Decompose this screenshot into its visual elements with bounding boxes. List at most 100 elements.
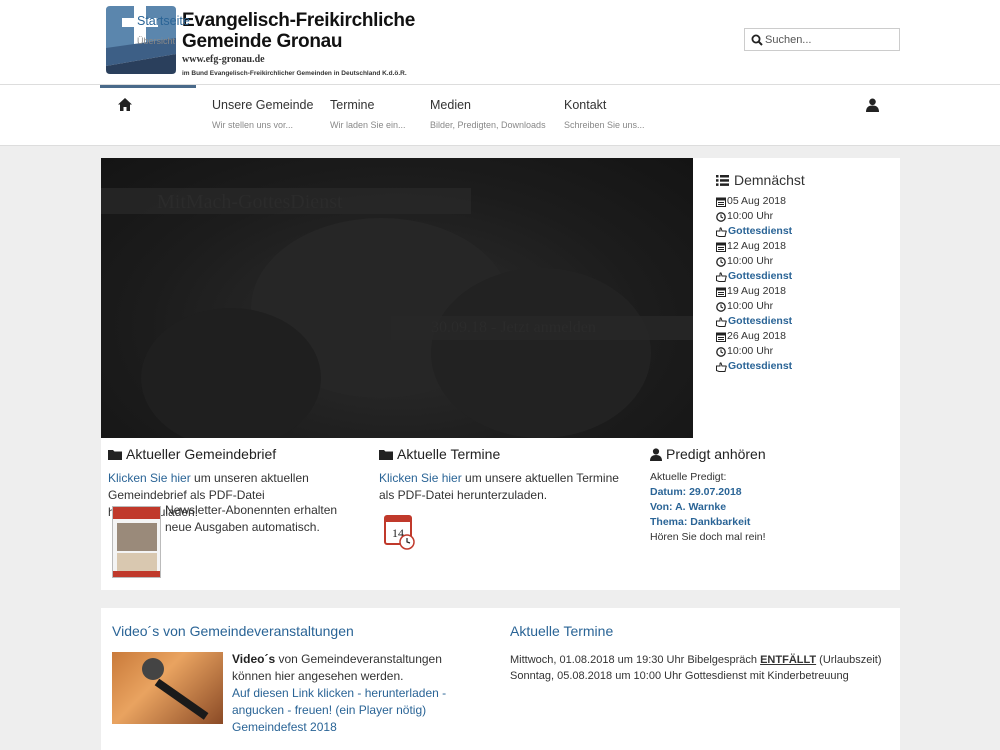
termine-link[interactable]: Klicken Sie hier — [379, 471, 462, 485]
gemeindebrief-heading-label: Aktueller Gemeindebrief — [126, 446, 277, 462]
slider-background-shape — [141, 308, 321, 438]
termin-note: (Urlaubszeit) — [816, 654, 882, 666]
microphone-stand — [154, 678, 209, 720]
clock-icon — [716, 211, 726, 222]
search-input[interactable] — [765, 31, 897, 48]
event-time-label: 10:00 Uhr — [727, 255, 774, 267]
calendar-icon — [716, 287, 726, 297]
termine-heading-label: Aktuelle Termine — [397, 446, 501, 462]
aktuelle-termine-list: Mittwoch, 01.08.2018 um 19:30 Uhr Bibelg… — [510, 652, 900, 684]
termin-cancelled: ENTFÄLLT — [760, 654, 817, 666]
event-time-label: 10:00 Uhr — [727, 300, 774, 312]
upcoming-heading: Demnächst — [716, 170, 896, 190]
predigt-datum[interactable]: Datum: 29.07.2018 — [650, 485, 890, 500]
microphone-image — [112, 652, 223, 724]
event-link[interactable]: Gottesdienst — [716, 269, 896, 284]
gemeindefest-link[interactable]: Gemeindefest 2018 — [232, 720, 337, 734]
gemeindebrief-cover-image[interactable] — [112, 506, 161, 578]
predigt-heading-label: Predigt anhören — [666, 446, 766, 462]
event-date-label: 12 Aug 2018 — [727, 240, 786, 252]
newsletter-note: Newsletter-Abonennten erhalten neue Ausg… — [165, 503, 338, 534]
slider-background-shape — [431, 268, 651, 438]
slide-title: MitMach-GottesDienst — [157, 191, 343, 213]
clock-icon — [716, 301, 726, 312]
nav-label: Medien — [430, 98, 471, 112]
clock-icon — [716, 256, 726, 267]
event-date-label: 19 Aug 2018 — [727, 285, 786, 297]
event-time: 10:00 Uhr — [716, 299, 896, 314]
hand-pointer-icon — [716, 226, 727, 237]
nav-sub: Bilder, Predigten, Downloads — [430, 120, 546, 130]
termine-text: Klicken Sie hier um unsere aktuellen Ter… — [379, 470, 629, 504]
nav-item-kontakt[interactable]: Kontakt Schreiben Sie uns... — [564, 98, 645, 138]
event-link[interactable]: Gottesdienst — [716, 314, 896, 329]
hand-pointer-icon — [716, 361, 727, 372]
search-box — [744, 28, 900, 51]
nav-sub: Übersicht — [137, 36, 176, 46]
videos-text: Video´s von Gemeindeveranstaltungen könn… — [232, 651, 482, 736]
gemeindebrief-link[interactable]: Klicken Sie hier — [108, 471, 191, 485]
nav-label: Termine — [330, 98, 375, 112]
upcoming-events: Demnächst 05 Aug 2018 10:00 Uhr Gottesdi… — [716, 170, 896, 374]
predigt-von[interactable]: Von: A. Warnke — [650, 500, 890, 515]
nav-label: Startseite — [137, 14, 190, 28]
event-title: Gottesdienst — [728, 315, 793, 327]
nav-item-unsere-gemeinde[interactable]: Unsere Gemeinde Wir stellen uns vor... — [212, 98, 313, 138]
event-date-label: 26 Aug 2018 — [727, 330, 786, 342]
event-date: 12 Aug 2018 — [716, 239, 896, 254]
videos-heading: Video´s von Gemeindeveranstaltungen — [112, 623, 354, 639]
user-login-icon[interactable] — [866, 98, 879, 112]
predigt-outro: Hören Sie doch mal rein! — [650, 531, 766, 543]
hero-slider[interactable]: MitMach-GottesDienst 30.09.18 - Jetzt an… — [101, 158, 693, 438]
predigt-intro: Aktuelle Predigt: — [650, 471, 727, 483]
list-icon — [716, 174, 729, 186]
event-time: 10:00 Uhr — [716, 209, 896, 224]
folder-icon — [379, 449, 393, 460]
calendar-clock-icon[interactable]: 14 — [383, 512, 417, 550]
termin-text: Mittwoch, 01.08.2018 um 19:30 Uhr Bibelg… — [510, 654, 761, 666]
videos-link[interactable]: Auf diesen Link klicken - herunterladen … — [232, 686, 446, 717]
home-icon[interactable] — [118, 98, 132, 111]
predigt-thema[interactable]: Thema: Dankbarkeit — [650, 515, 890, 530]
calendar-icon — [716, 332, 726, 342]
logo-title-line1: Evangelisch-Freikirchliche — [182, 10, 415, 31]
slide-date-link[interactable]: 30.09.18 - Jetzt anmelden — [431, 319, 596, 337]
nav-sub: Wir laden Sie ein... — [330, 120, 406, 130]
cover-photo — [117, 523, 157, 551]
hand-pointer-icon — [716, 316, 727, 327]
logo-url: www.efg-gronau.de — [182, 54, 265, 65]
clock-icon — [716, 346, 726, 357]
event-link[interactable]: Gottesdienst — [716, 359, 896, 374]
event-time: 10:00 Uhr — [716, 344, 896, 359]
gemeindebrief-heading: Aktueller Gemeindebrief — [108, 445, 358, 463]
predigt-box: Predigt anhören Aktuelle Predigt: Datum:… — [650, 445, 890, 545]
event-title: Gottesdienst — [728, 270, 793, 282]
event-date: 26 Aug 2018 — [716, 329, 896, 344]
upcoming-heading-label: Demnächst — [734, 172, 805, 188]
termine-box: Aktuelle Termine Klicken Sie hier um uns… — [379, 445, 629, 504]
termin-row: Mittwoch, 01.08.2018 um 19:30 Uhr Bibelg… — [510, 652, 900, 668]
upcoming-list: 05 Aug 2018 10:00 Uhr Gottesdienst 12 Au… — [716, 194, 896, 374]
calendar-icon — [716, 197, 726, 207]
nav-label: Kontakt — [564, 98, 607, 112]
cover-photo — [117, 553, 157, 571]
event-date: 05 Aug 2018 — [716, 194, 896, 209]
cover-banner — [113, 507, 160, 519]
logo-title-line2: Gemeinde Gronau — [182, 31, 343, 52]
nav-label: Unsere Gemeinde — [212, 98, 314, 112]
nav-item-termine[interactable]: Termine Wir laden Sie ein... — [330, 98, 406, 138]
calendar-icon — [716, 242, 726, 252]
event-time: 10:00 Uhr — [716, 254, 896, 269]
search-icon — [751, 34, 763, 46]
nav-item-medien[interactable]: Medien Bilder, Predigten, Downloads — [430, 98, 546, 138]
termine-heading: Aktuelle Termine — [379, 445, 629, 463]
folder-icon — [108, 449, 122, 460]
hand-pointer-icon — [716, 271, 727, 282]
event-time-label: 10:00 Uhr — [727, 345, 774, 357]
event-date: 19 Aug 2018 — [716, 284, 896, 299]
nav-item-startseite[interactable]: Startseite Übersicht — [137, 14, 190, 54]
event-title: Gottesdienst — [728, 360, 793, 372]
event-link[interactable]: Gottesdienst — [716, 224, 896, 239]
microphone-head — [142, 658, 164, 680]
termin-row: Sonntag, 05.08.2018 um 10:00 Uhr Gottesd… — [510, 670, 849, 682]
